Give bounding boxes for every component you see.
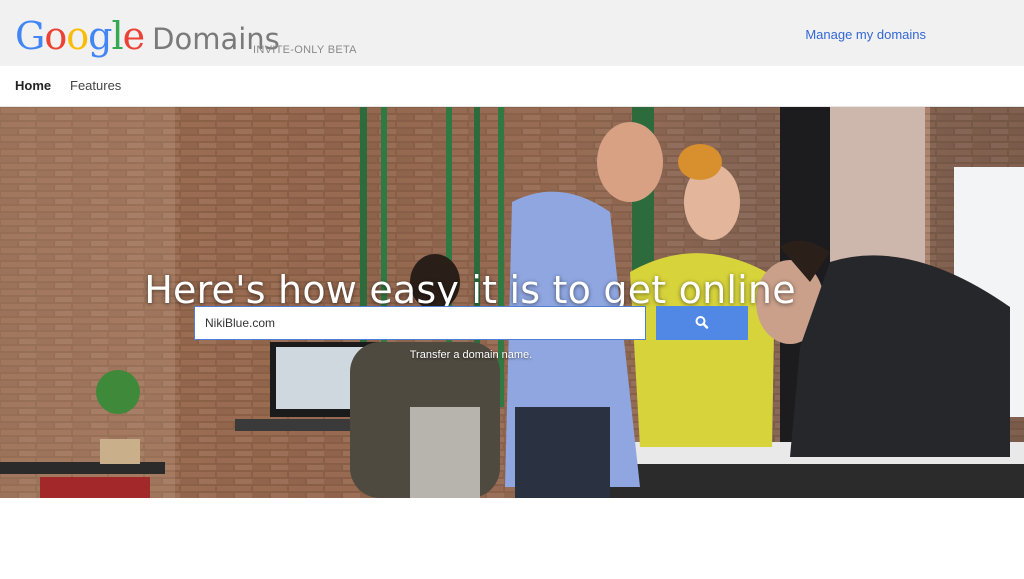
nav-home[interactable]: Home: [15, 78, 51, 93]
nav-features[interactable]: Features: [70, 78, 121, 93]
search-button[interactable]: [656, 306, 748, 340]
domain-search-input[interactable]: [194, 306, 646, 340]
logo-letter: l: [111, 14, 123, 58]
logo-letter: o: [44, 14, 67, 58]
transfer-domain-link[interactable]: Transfer a domain name.: [194, 349, 748, 361]
google-domains-logo[interactable]: Google Domains: [15, 14, 280, 58]
logo-letter: G: [15, 14, 45, 58]
google-wordmark: Google: [15, 14, 145, 58]
logo-letter: o: [66, 14, 89, 58]
main-nav: Home Features: [0, 66, 1024, 107]
hero-section: Here's how easy it is to get online Tran…: [0, 107, 1024, 498]
manage-my-domains-link[interactable]: Manage my domains: [805, 27, 926, 42]
logo-letter: e: [122, 14, 145, 58]
search-icon: [695, 316, 709, 329]
top-bar: Google Domains INVITE-ONLY BETA Manage m…: [0, 0, 1024, 66]
beta-badge: INVITE-ONLY BETA: [253, 44, 357, 56]
logo-letter: g: [88, 14, 112, 58]
